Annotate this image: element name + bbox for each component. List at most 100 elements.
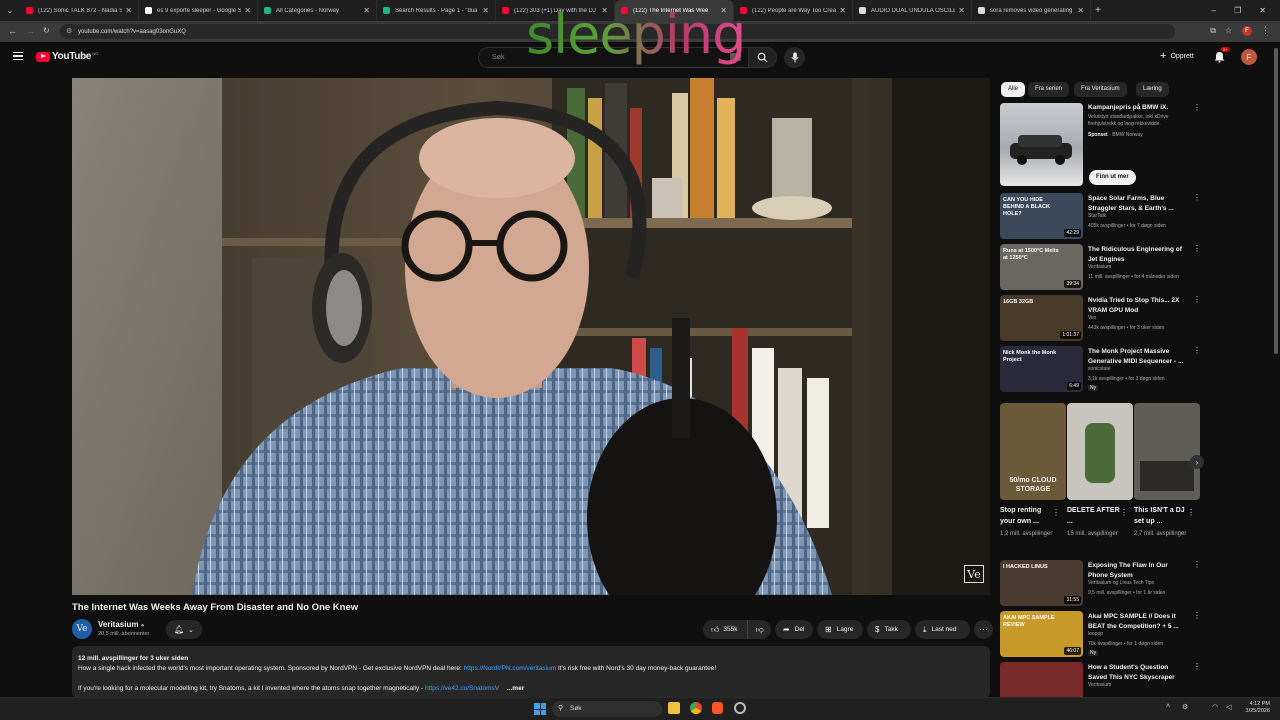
restore-icon[interactable]: ❐	[1234, 6, 1241, 15]
video-title-link[interactable]: The Ridiculous Engineering of Jet Engine…	[1088, 245, 1188, 265]
tab-close-icon[interactable]: ✕	[839, 6, 846, 15]
short-menu-icon-1[interactable]: ⋮	[1052, 508, 1060, 517]
browser-tab[interactable]: sora removes video generating ✕	[972, 0, 1091, 21]
site-info-icon[interactable]: ⚙	[66, 27, 72, 35]
browser-tab[interactable]: es 9 exporte sleeper - Google S ✕	[139, 0, 258, 21]
app-icon[interactable]	[734, 702, 746, 714]
tab-close-icon[interactable]: ✕	[363, 6, 370, 15]
video-channel[interactable]: StarTalk	[1088, 213, 1106, 219]
video-thumbnail[interactable]: AKAI MPC SAMPLE REVIEW 46:07	[1000, 611, 1083, 657]
chip-from-series[interactable]: Fra serien	[1028, 82, 1070, 97]
tray-app-icon[interactable]: ⚙	[1182, 703, 1188, 711]
browser-tab[interactable]: (122) People are Way Too Crea ✕	[734, 0, 853, 21]
brave-icon[interactable]	[712, 702, 723, 714]
video-title-link[interactable]: Akai MPC SAMPLE // Does it BEAT the Comp…	[1088, 612, 1188, 632]
like-button[interactable]: 👍︎ 355k	[703, 620, 748, 639]
taskbar-search[interactable]: ⚲ Søk	[552, 701, 662, 717]
chip-from-veritasium[interactable]: Fra Veritasium	[1074, 82, 1127, 97]
description-box[interactable]: 12 mill. avspillinger for 3 uker siden H…	[72, 646, 990, 698]
notifications-button[interactable]: 9+	[1214, 47, 1230, 68]
ad-cta-button[interactable]: Finn ut mer	[1089, 170, 1136, 185]
channel-name[interactable]: Veritasium ●	[98, 620, 144, 629]
short-title-1[interactable]: Stop renting your own ...	[1000, 505, 1056, 527]
short-thumbnail-1[interactable]: 50/mo CLOUD STORAGE	[1000, 403, 1066, 500]
minimize-icon[interactable]: –	[1212, 6, 1216, 15]
guide-menu-icon[interactable]	[13, 52, 23, 60]
close-window-icon[interactable]: ✕	[1259, 6, 1266, 15]
video-channel[interactable]: Veritasium	[1088, 264, 1111, 270]
chrome-icon[interactable]	[690, 702, 702, 714]
browser-tab[interactable]: AUDIO DUAL UNDULA OSCILL ✕	[853, 0, 972, 21]
video-title-link[interactable]: The Monk Project Massive Generative MIDI…	[1088, 347, 1188, 367]
ad-thumbnail[interactable]	[1000, 103, 1083, 186]
new-tab-button[interactable]: +	[1091, 5, 1105, 16]
wifi-icon[interactable]: ◠	[1212, 703, 1218, 711]
clock[interactable]: 4:12 PM 3/25/2026	[1240, 701, 1270, 715]
video-menu-icon[interactable]: ⋮	[1193, 346, 1201, 355]
video-channel[interactable]: loopop	[1088, 631, 1103, 637]
channel-avatar[interactable]: Ve	[72, 619, 92, 639]
voice-search-button[interactable]	[784, 47, 805, 68]
short-menu-icon-3[interactable]: ⋮	[1187, 508, 1195, 517]
more-actions-button[interactable]: ⋯	[974, 620, 993, 639]
browser-tab[interactable]: (122) Sonic TALK 872 - Nadia S ✕	[20, 0, 139, 21]
save-button[interactable]: ⊞ Lagre	[817, 620, 863, 639]
profile-avatar-icon[interactable]: F	[1242, 26, 1252, 36]
chip-all[interactable]: Alle	[1001, 82, 1026, 97]
back-icon[interactable]: ←	[8, 26, 17, 36]
cast-icon[interactable]: ⧉	[1210, 26, 1216, 36]
create-button[interactable]: + Opprett	[1160, 50, 1194, 62]
video-thumbnail[interactable]: Runs at 1500°C Melts at 1250°C 39:34	[1000, 244, 1083, 290]
thanks-button[interactable]: $ Takk	[867, 620, 911, 639]
short-menu-icon-2[interactable]: ⋮	[1120, 508, 1128, 517]
windows-start-icon[interactable]	[534, 703, 546, 715]
youtube-logo[interactable]: YouTube NO	[36, 51, 98, 62]
video-menu-icon[interactable]: ⋮	[1193, 193, 1201, 202]
snatoms-link[interactable]: https://ve42.co/SnatomsV	[425, 685, 499, 692]
bookmark-star-icon[interactable]: ☆	[1225, 26, 1232, 35]
tray-chevron-icon[interactable]: ˄	[1166, 703, 1170, 710]
ad-title[interactable]: Kampanjepris på BMW iX.	[1088, 103, 1188, 113]
download-button[interactable]: ⤓ Last ned	[915, 620, 970, 639]
tab-search-icon[interactable]: ⌄	[0, 0, 20, 21]
search-button[interactable]	[748, 47, 777, 68]
video-channel[interactable]: Veritasium	[1088, 682, 1111, 688]
browser-tab[interactable]: All Categories - Norway ✕	[258, 0, 377, 21]
short-thumbnail-2[interactable]	[1067, 403, 1133, 500]
video-title-link[interactable]: Exposing The Flaw In Our Phone System	[1088, 561, 1188, 581]
video-title-link[interactable]: How a Student's Question Saved This NYC …	[1088, 663, 1188, 683]
video-menu-icon[interactable]: ⋮	[1193, 560, 1201, 569]
video-channel[interactable]: sonicstate	[1088, 366, 1111, 372]
video-menu-icon[interactable]: ⋮	[1193, 662, 1201, 671]
show-more-button[interactable]: ...mer	[507, 685, 524, 692]
subscribed-bell-button[interactable]: 🔔︎ ⌄	[166, 620, 202, 639]
short-title-2[interactable]: DELETE AFTER ...	[1067, 505, 1123, 527]
forward-icon[interactable]: →	[26, 26, 35, 36]
channel-watermark[interactable]: Ve	[964, 565, 984, 583]
browser-menu-icon[interactable]: ⋮	[1261, 25, 1270, 36]
volume-icon[interactable]: ◁	[1226, 703, 1231, 711]
browser-tab[interactable]: Search Results - Page 1 - "dua ✕	[377, 0, 496, 21]
tab-close-icon[interactable]: ✕	[958, 6, 965, 15]
ad-menu-icon[interactable]: ⋮	[1193, 103, 1201, 112]
nordvpn-link[interactable]: https://NordVPN.com/veritasium	[464, 665, 556, 672]
video-menu-icon[interactable]: ⋮	[1193, 244, 1201, 253]
chip-learning[interactable]: Læring	[1136, 82, 1169, 97]
file-explorer-icon[interactable]	[668, 702, 680, 714]
video-channel[interactable]: Vex	[1088, 315, 1096, 321]
shorts-next-button[interactable]: ›	[1190, 455, 1204, 469]
tab-close-icon[interactable]: ✕	[1077, 6, 1084, 15]
video-thumbnail[interactable]: Nick Monk the Monk Project 6:49	[1000, 346, 1083, 392]
video-menu-icon[interactable]: ⋮	[1193, 295, 1201, 304]
account-avatar[interactable]: F	[1241, 49, 1257, 65]
tab-close-icon[interactable]: ✕	[244, 6, 251, 15]
dislike-button[interactable]: 👎︎	[748, 620, 771, 639]
video-thumbnail[interactable]: 16GB 32GB 1:01:37	[1000, 295, 1083, 341]
video-thumbnail[interactable]: CAN YOU HIDE BEHIND A BLACK HOLE? 42:29	[1000, 193, 1083, 239]
video-menu-icon[interactable]: ⋮	[1193, 611, 1201, 620]
video-thumbnail[interactable]: I HACKED LINUS 31:55	[1000, 560, 1083, 606]
short-thumbnail-3[interactable]	[1134, 403, 1200, 500]
video-title-link[interactable]: Space Solar Farms, Blue Straggler Stars,…	[1088, 194, 1188, 214]
video-title-link[interactable]: Nvidia Tried to Stop This... 2X VRAM GPU…	[1088, 296, 1188, 316]
video-channel[interactable]: Veritasium og Linus Tech Tips	[1088, 580, 1154, 586]
